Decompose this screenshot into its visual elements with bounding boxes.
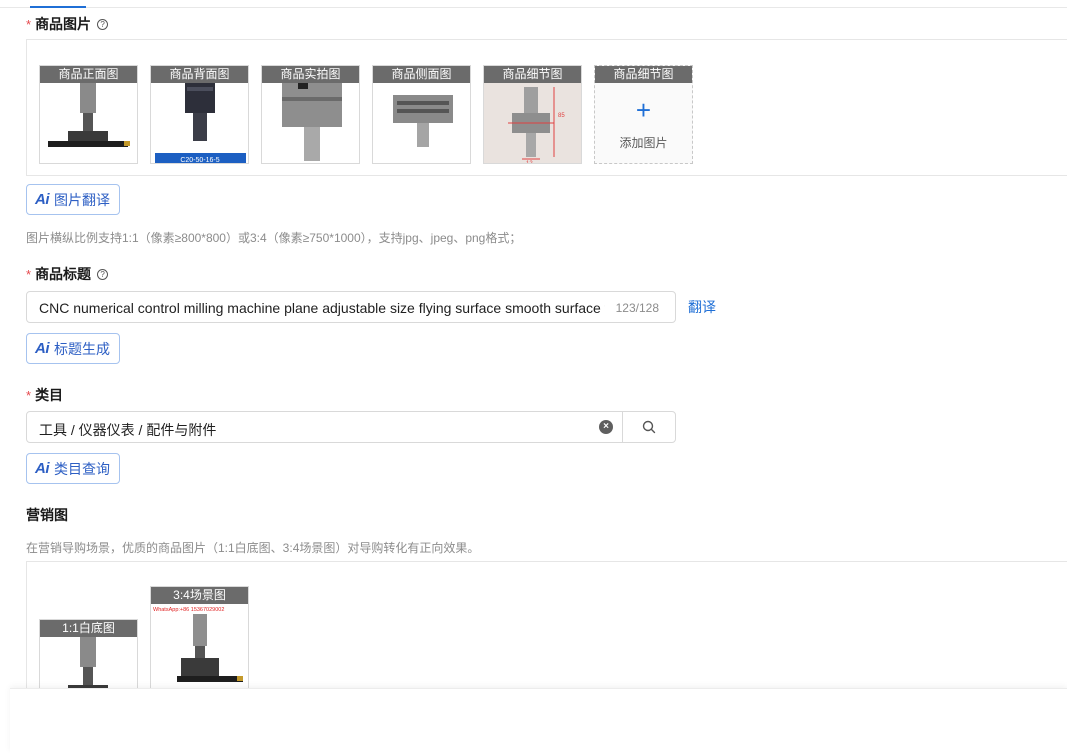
title-generate-button[interactable]: Ai 标题生成 <box>26 333 120 364</box>
category-label: * 类目 <box>26 385 63 405</box>
ai-icon: Ai <box>35 340 50 357</box>
marketing-slot-caption: 1:1白底图 <box>40 620 137 637</box>
image-slot-real[interactable]: 商品实拍图 <box>261 65 360 164</box>
translate-link[interactable]: 翻译 <box>688 297 716 317</box>
category-search-button[interactable] <box>622 411 676 443</box>
category-label-text: 类目 <box>35 387 64 403</box>
image-slot-caption: 商品细节图 <box>484 66 581 83</box>
image-slot-caption: 商品细节图 <box>595 66 692 83</box>
help-icon[interactable]: ? <box>97 268 109 280</box>
image-slot-caption: 商品侧面图 <box>373 66 470 83</box>
search-icon <box>642 420 656 434</box>
category-query-button[interactable]: Ai 类目查询 <box>26 453 120 484</box>
image-slot-detail[interactable]: 商品细节图 85 12 <box>483 65 582 164</box>
title-label: * 商品标题 ? <box>26 264 109 284</box>
product-photo: 85 12 <box>484 83 581 164</box>
marketing-slot-caption: 3:4场景图 <box>151 587 248 604</box>
images-label-text: 商品图片 <box>35 16 92 32</box>
marketing-images-panel: 1:1白底图 3:4场景图 WhatsApp:+86 15367029002 <box>26 561 1067 739</box>
title-input[interactable]: CNC numerical control milling machine pl… <box>26 291 676 323</box>
image-slot-side[interactable]: 商品侧面图 <box>372 65 471 164</box>
image-slot-front[interactable]: 商品正面图 <box>39 65 138 164</box>
category-input[interactable]: 工具 / 仪器仪表 / 配件与附件 × <box>26 411 623 443</box>
bottom-action-bar <box>10 688 1067 753</box>
tab-bar-divider <box>0 7 1067 8</box>
category-input-value: 工具 / 仪器仪表 / 配件与附件 <box>39 422 217 438</box>
required-mark: * <box>26 16 32 32</box>
product-photo <box>48 83 130 147</box>
image-format-hint: 图片横纵比例支持1:1（像素≥800*800）或3:4（像素≥750*1000）… <box>26 231 522 245</box>
title-label-text: 商品标题 <box>35 266 92 282</box>
image-slot-caption: 商品正面图 <box>40 66 137 83</box>
add-image-slot[interactable]: 商品细节图 + 添加图片 <box>594 65 693 164</box>
required-mark: * <box>26 266 32 282</box>
image-translate-button[interactable]: Ai 图片翻译 <box>26 184 120 215</box>
title-generate-label: 标题生成 <box>54 340 110 357</box>
help-icon[interactable]: ? <box>97 18 109 30</box>
product-photo <box>282 83 342 161</box>
clear-icon[interactable]: × <box>599 420 613 434</box>
product-photo: C20-50-16-5 <box>155 83 246 164</box>
image-slot-caption: 商品实拍图 <box>262 66 359 83</box>
dimension-label: 85 <box>558 113 565 119</box>
active-tab-indicator <box>30 6 86 8</box>
title-input-value: CNC numerical control milling machine pl… <box>39 300 605 316</box>
marketing-hint: 在营销导购场景，优质的商品图片（1:1白底图、3:4场景图）对导购转化有正向效果… <box>26 541 480 555</box>
image-translate-label: 图片翻译 <box>54 191 110 208</box>
images-label: * 商品图片 ? <box>26 14 109 34</box>
image-slot-caption: 商品背面图 <box>151 66 248 83</box>
plus-icon: + <box>635 95 652 125</box>
watermark-text: WhatsApp:+86 15367029002 <box>153 607 224 613</box>
product-code: C20-50-16-5 <box>180 157 219 164</box>
product-images-panel: 商品正面图 商品背面图 C20-50-16-5 商品实拍图 商品侧面图 商品细节… <box>26 39 1067 176</box>
dimension-label: 12 <box>526 161 533 164</box>
image-slot-back[interactable]: 商品背面图 C20-50-16-5 <box>150 65 249 164</box>
title-char-count: 123/128 <box>615 301 659 315</box>
required-mark: * <box>26 387 32 403</box>
ai-icon: Ai <box>35 191 50 208</box>
add-image-label: 添加图片 <box>619 136 668 150</box>
category-query-label: 类目查询 <box>54 460 110 477</box>
product-photo <box>393 95 453 147</box>
marketing-title: 营销图 <box>26 507 68 523</box>
ai-icon: Ai <box>35 460 50 477</box>
